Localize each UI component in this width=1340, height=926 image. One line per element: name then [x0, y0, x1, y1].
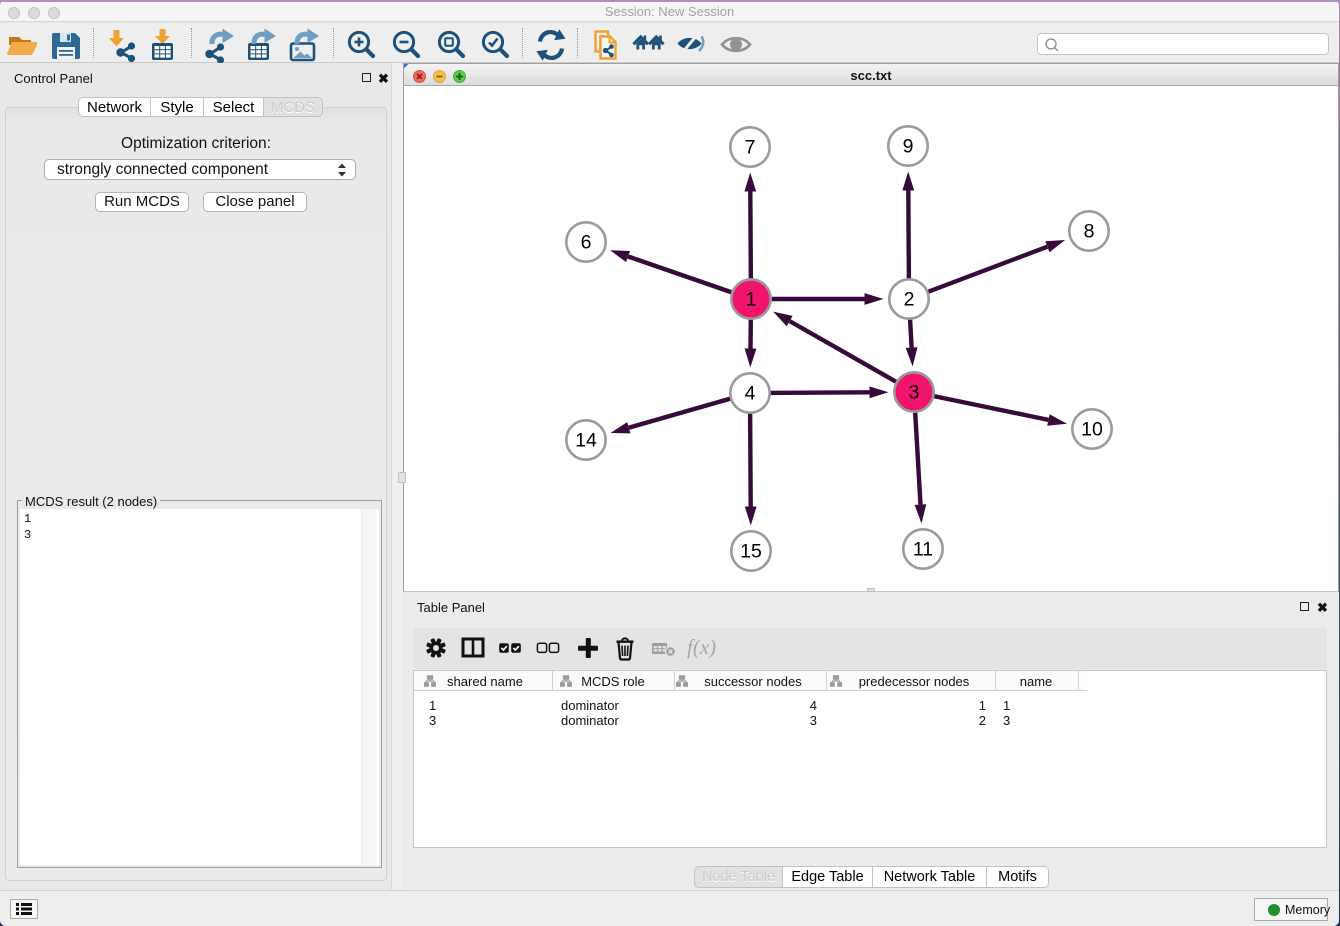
svg-text:3: 3: [909, 382, 920, 404]
svg-text:11: 11: [913, 539, 933, 561]
svg-text:9: 9: [903, 136, 914, 158]
svg-text:7: 7: [745, 137, 756, 159]
svg-text:15: 15: [740, 541, 762, 563]
svg-text:2: 2: [904, 289, 915, 311]
svg-text:6: 6: [581, 232, 592, 254]
svg-text:1: 1: [746, 289, 757, 311]
svg-text:8: 8: [1084, 221, 1095, 243]
svg-text:4: 4: [745, 383, 756, 405]
svg-text:14: 14: [575, 430, 597, 452]
svg-text:10: 10: [1081, 419, 1103, 441]
